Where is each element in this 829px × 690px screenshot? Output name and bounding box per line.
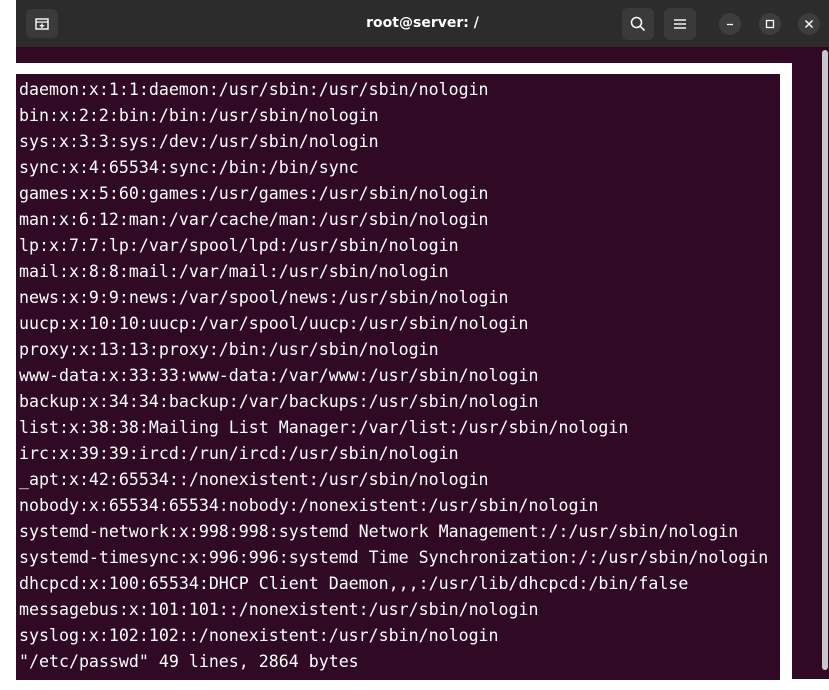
maximize-icon bbox=[765, 19, 775, 29]
output-line: messagebus:x:101:101::/nonexistent:/usr/… bbox=[19, 600, 539, 619]
output-line: backup:x:34:34:backup:/var/backups:/usr/… bbox=[19, 392, 539, 411]
output-line: lp:x:7:7:lp:/var/spool/lpd:/usr/sbin/nol… bbox=[19, 236, 459, 255]
output-line: mail:x:8:8:mail:/var/mail:/usr/sbin/nolo… bbox=[19, 262, 449, 281]
output-line: news:x:9:9:news:/var/spool/news:/usr/sbi… bbox=[19, 288, 509, 307]
output-line: nobody:x:65534:65534:nobody:/nonexistent… bbox=[19, 496, 599, 515]
search-button[interactable] bbox=[622, 8, 654, 40]
menu-button[interactable] bbox=[664, 8, 696, 40]
terminal-top-strip bbox=[16, 47, 829, 63]
output-line: www-data:x:33:33:www-data:/var/www:/usr/… bbox=[19, 366, 539, 385]
hamburger-menu-icon bbox=[674, 19, 686, 29]
scrollbar[interactable] bbox=[822, 50, 828, 670]
minimize-icon bbox=[727, 23, 733, 26]
editor-status-line: "/etc/passwd" 49 lines, 2864 bytes bbox=[19, 652, 359, 671]
output-line: daemon:x:1:1:daemon:/usr/sbin:/usr/sbin/… bbox=[19, 80, 489, 99]
maximize-button[interactable] bbox=[759, 13, 781, 35]
output-line: sys:x:3:3:sys:/dev:/usr/sbin/nologin bbox=[19, 132, 379, 151]
output-line: _apt:x:42:65534::/nonexistent:/usr/sbin/… bbox=[19, 470, 489, 489]
close-icon bbox=[805, 20, 813, 28]
terminal-window: root@server: / daemon:x:1:1:daemon:/usr/… bbox=[16, 0, 829, 690]
output-line: games:x:5:60:games:/usr/games:/usr/sbin/… bbox=[19, 184, 489, 203]
minimize-button[interactable] bbox=[719, 13, 741, 35]
window-title: root@server: / bbox=[366, 15, 479, 31]
output-line: bin:x:2:2:bin:/bin:/usr/sbin/nologin bbox=[19, 106, 379, 125]
output-line: syslog:x:102:102::/nonexistent:/usr/sbin… bbox=[19, 626, 499, 645]
output-line: dhcpcd:x:100:65534:DHCP Client Daemon,,,… bbox=[19, 574, 689, 593]
output-line: sync:x:4:65534:sync:/bin:/bin/sync bbox=[19, 158, 359, 177]
title-bar[interactable]: root@server: / bbox=[16, 0, 829, 47]
output-line: systemd-timesync:x:996:996:systemd Time … bbox=[19, 548, 769, 567]
output-lines: daemon:x:1:1:daemon:/usr/sbin:/usr/sbin/… bbox=[19, 77, 768, 649]
terminal-output[interactable]: daemon:x:1:1:daemon:/usr/sbin:/usr/sbin/… bbox=[16, 74, 780, 680]
output-line: list:x:38:38:Mailing List Manager:/var/l… bbox=[19, 418, 629, 437]
close-button[interactable] bbox=[798, 13, 820, 35]
output-line: uucp:x:10:10:uucp:/var/spool/uucp:/usr/s… bbox=[19, 314, 529, 333]
output-line: systemd-network:x:998:998:systemd Networ… bbox=[19, 522, 739, 541]
output-line: man:x:6:12:man:/var/cache/man:/usr/sbin/… bbox=[19, 210, 489, 229]
search-icon bbox=[630, 16, 646, 32]
output-line: irc:x:39:39:ircd:/run/ircd:/usr/sbin/nol… bbox=[19, 444, 459, 463]
output-line: proxy:x:13:13:proxy:/bin:/usr/sbin/nolog… bbox=[19, 340, 439, 359]
